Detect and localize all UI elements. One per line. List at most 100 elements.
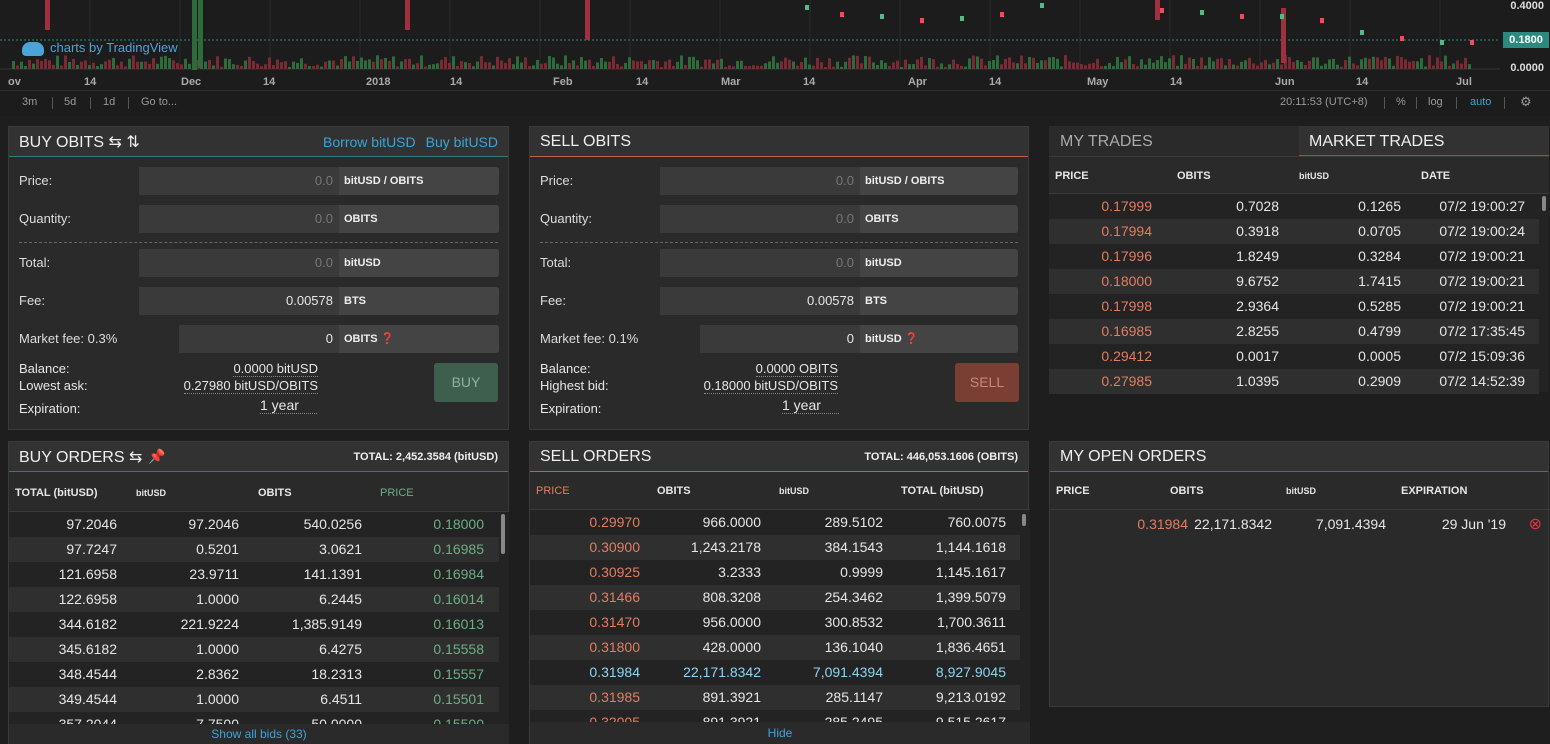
table-row[interactable]: 0.30925 3.2333 0.9999 1,145.1617 — [530, 560, 1020, 585]
auto-toggle[interactable]: auto — [1470, 96, 1491, 108]
toolbar-divider — [1384, 97, 1385, 109]
volume-bar — [1336, 64, 1339, 69]
sell-orders-list[interactable]: 0.29970 966.0000 289.5102 760.0075 0.30900 1,… — [530, 510, 1030, 722]
table-row[interactable]: 97.2046 97.2046 540.0256 0.18000 — [9, 512, 499, 537]
candle — [880, 14, 884, 19]
table-row[interactable]: 0.32005 891.3921 285.2495 9,515.2617 — [530, 710, 1020, 722]
volume-bar — [724, 66, 727, 69]
volume-bar — [32, 63, 35, 69]
table-row[interactable]: 0.16985 2.8255 0.4799 07/2 17:35:45 — [1049, 319, 1539, 344]
buy-bitusd-link[interactable]: Buy bitUSD — [426, 134, 498, 150]
table-row[interactable]: 121.6958 23.9711 141.1391 0.16984 — [9, 562, 499, 587]
expiration-select[interactable]: 1 year — [260, 397, 317, 414]
table-row[interactable]: 0.17996 1.8249 0.3284 07/2 19:00:21 — [1049, 244, 1539, 269]
table-row[interactable]: 0.31466 808.3208 254.3462 1,399.5079 — [530, 585, 1020, 610]
tab-my-trades[interactable]: MY TRADES — [1049, 126, 1299, 156]
open-orders-header: MY OPEN ORDERS — [1050, 442, 1548, 472]
table-row[interactable]: 0.30900 1,243.2178 384.1543 1,144.1618 — [530, 535, 1020, 560]
sell-button[interactable]: SELL — [955, 363, 1019, 402]
volume-bar — [300, 58, 303, 69]
expiration-select[interactable]: 1 year — [782, 397, 839, 414]
total-input[interactable]: 0.0 — [660, 249, 860, 277]
volume-bar — [1288, 57, 1291, 69]
volume-bar — [480, 56, 483, 69]
pin-icon[interactable]: 📌 — [148, 448, 165, 465]
table-cell: 0.2909 — [1358, 373, 1401, 389]
table-row[interactable]: 0.31470 956.0000 300.8532 1,700.3611 — [530, 610, 1020, 635]
show-all-bids-link[interactable]: Show all bids (33) — [9, 724, 509, 744]
table-row[interactable]: 122.6958 1.0000 6.2445 0.16014 — [9, 587, 499, 612]
volume-bar — [892, 62, 895, 69]
volume-bar — [1448, 65, 1451, 69]
table-row[interactable]: 357.2044 7.7500 50.0000 0.15500 — [9, 712, 499, 724]
volume-bar — [408, 58, 411, 69]
trades-list[interactable]: 0.17999 0.7028 0.1265 07/2 19:00:27 0.17994 0… — [1049, 194, 1549, 394]
range-5d-button[interactable]: 5d — [64, 96, 76, 108]
help-icon[interactable]: ❓ — [381, 333, 395, 345]
volume-bar — [40, 61, 43, 69]
table-row[interactable]: 0.17998 2.9364 0.5285 07/2 19:00:21 — [1049, 294, 1539, 319]
fee-unit[interactable]: BTS — [339, 287, 499, 315]
table-row[interactable]: 0.17999 0.7028 0.1265 07/2 19:00:27 — [1049, 194, 1539, 219]
table-row[interactable]: 348.4544 2.8362 18.2313 0.15557 — [9, 662, 499, 687]
table-row[interactable]: 0.31984 22,171.8342 7,091.4394 8,927.9045 — [530, 660, 1020, 685]
table-cell: 760.0075 — [947, 514, 1006, 530]
hide-link[interactable]: Hide — [530, 722, 1030, 744]
volume-bar — [1208, 57, 1211, 69]
table-row[interactable]: 97.7247 0.5201 3.0621 0.16985 — [9, 537, 499, 562]
volume-bar — [560, 65, 563, 69]
price-input[interactable]: 0.0 — [660, 167, 860, 195]
table-cell: 07/2 15:09:36 — [1439, 348, 1525, 364]
open-order-row[interactable]: 0.31984 22,171.8342 7,091.4394 29 Jun '1… — [1050, 512, 1550, 537]
table-row[interactable]: 0.31985 891.3921 285.1147 9,213.0192 — [530, 685, 1020, 710]
borrow-link[interactable]: Borrow bitUSD — [323, 134, 416, 150]
table-row[interactable]: 0.18000 9.6752 1.7415 07/2 19:00:21 — [1049, 269, 1539, 294]
buy-orders-list[interactable]: 97.2046 97.2046 540.0256 0.18000 97.7247 0.52… — [9, 512, 509, 724]
sell-orders-scrollbar[interactable] — [1022, 514, 1026, 526]
volume-bar — [1380, 60, 1383, 69]
quantity-input[interactable]: 0.0 — [139, 205, 339, 233]
range-3m-button[interactable]: 3m — [22, 96, 37, 108]
table-row[interactable]: 0.27985 1.0395 0.2909 07/2 14:52:39 — [1049, 369, 1539, 394]
highest-bid-value[interactable]: 0.18000 bitUSD/OBITS — [703, 378, 838, 394]
table-cell: 344.6182 — [58, 616, 117, 632]
price-chart[interactable]: charts by TradingView 0.4000 0.1800 0.00… — [0, 0, 1550, 90]
balance-value[interactable]: 0.0000 OBITS — [755, 361, 838, 377]
table-row[interactable]: 0.29412 0.0017 0.0005 07/2 15:09:36 — [1049, 344, 1539, 369]
buy-button[interactable]: BUY — [434, 363, 498, 402]
buy-orders-scrollbar[interactable] — [501, 514, 505, 554]
table-row[interactable]: 344.6182 221.9224 1,385.9149 0.16013 — [9, 612, 499, 637]
header-divider — [1050, 509, 1550, 510]
market-fee-label: Market fee: 0.1% — [540, 331, 639, 346]
table-row[interactable]: 0.29970 966.0000 289.5102 760.0075 — [530, 510, 1020, 535]
volume-bar — [152, 58, 155, 69]
tradingview-logo[interactable]: charts by TradingView — [22, 40, 178, 56]
trades-scrollbar[interactable] — [1542, 196, 1546, 211]
table-row[interactable]: 345.6182 1.0000 6.4275 0.15558 — [9, 637, 499, 662]
price-input[interactable]: 0.0 — [139, 167, 339, 195]
log-toggle[interactable]: log — [1428, 96, 1443, 108]
table-cell: 97.2046 — [66, 516, 117, 532]
table-row[interactable]: 349.4544 1.0000 6.4511 0.15501 — [9, 687, 499, 712]
tab-market-trades[interactable]: MARKET TRADES — [1299, 126, 1549, 156]
volume-bar — [1436, 57, 1439, 69]
goto-button[interactable]: Go to... — [141, 96, 177, 108]
cancel-order-icon[interactable]: ⊗ — [1529, 514, 1542, 534]
fee-row: Fee: 0.00578 BTS — [19, 287, 499, 315]
volume-bar — [1260, 62, 1263, 69]
total-input[interactable]: 0.0 — [139, 249, 339, 277]
range-1d-button[interactable]: 1d — [103, 96, 115, 108]
help-icon[interactable]: ❓ — [905, 333, 919, 345]
quantity-input[interactable]: 0.0 — [660, 205, 860, 233]
fee-unit[interactable]: BTS — [860, 287, 1018, 315]
volume-bar — [832, 66, 835, 69]
table-cell: 50.0000 — [311, 716, 362, 724]
table-row[interactable]: 0.17994 0.3918 0.0705 07/2 19:00:24 — [1049, 219, 1539, 244]
volume-bar — [624, 62, 627, 69]
balance-value[interactable]: 0.0000 bitUSD — [233, 361, 318, 377]
table-row[interactable]: 0.31800 428.0000 136.1040 1,836.4651 — [530, 635, 1020, 660]
lowest-ask-value[interactable]: 0.27980 bitUSD/OBITS — [183, 378, 318, 394]
percent-toggle[interactable]: % — [1396, 96, 1406, 108]
settings-gear-icon[interactable]: ⚙ — [1520, 94, 1532, 110]
volume-bar — [260, 66, 263, 69]
